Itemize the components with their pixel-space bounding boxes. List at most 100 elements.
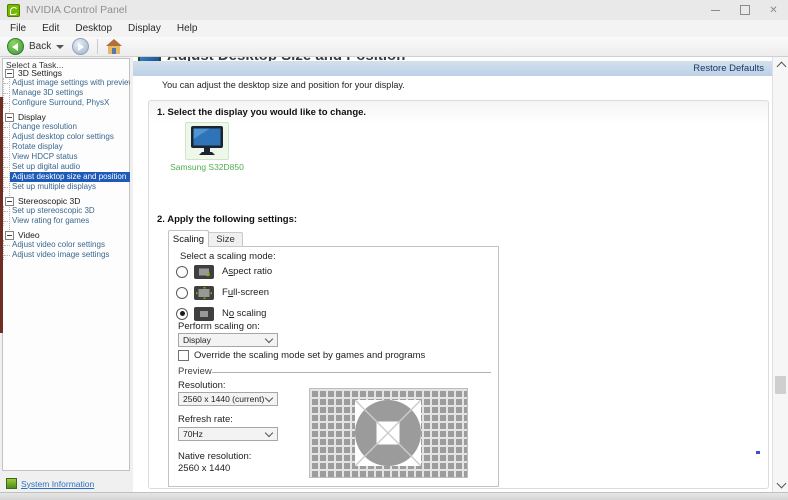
display-selection-highlight[interactable] (185, 122, 229, 160)
perform-scaling-label: Perform scaling on: (178, 321, 260, 332)
no-scaling-icon (194, 307, 214, 321)
sidebar-item-label: Set up digital audio (10, 162, 130, 172)
scaling-mode-label: Select a scaling mode: (180, 251, 276, 262)
sidebar-item-set-up-digital-audio[interactable]: Set up digital audio (4, 162, 130, 172)
chevron-down-icon (776, 478, 786, 488)
tree-group-video[interactable]: Video (3, 230, 130, 240)
sidebar-item-label: Set up stereoscopic 3D (10, 206, 130, 216)
mode-label: Full-screen (222, 287, 269, 298)
page-description: You can adjust the desktop size and posi… (162, 80, 405, 90)
menu-desktop[interactable]: Desktop (67, 20, 120, 37)
step1-heading: 1. Select the display you would like to … (157, 107, 366, 118)
sidebar-item-label: Adjust image settings with preview (10, 78, 130, 88)
resolution-dropdown[interactable]: 2560 x 1440 (current) (178, 392, 278, 406)
sidebar-item-label: Adjust video color settings (10, 240, 130, 250)
resolution-label: Resolution: (178, 380, 226, 391)
home-icon[interactable] (106, 39, 122, 54)
display-name-label: Samsung S32D850 (170, 162, 244, 172)
scroll-up-button[interactable] (773, 57, 788, 73)
full-screen-icon (194, 286, 214, 300)
close-icon: ✕ (769, 5, 777, 16)
refresh-rate-dropdown[interactable]: 70Hz (178, 427, 278, 441)
maximize-button[interactable] (730, 0, 759, 20)
override-checkbox-row[interactable]: Override the scaling mode set by games a… (178, 350, 425, 361)
sidebar-item-adjust-desktop-color-settings[interactable]: Adjust desktop color settings (4, 132, 130, 142)
sidebar-item-adjust-image-settings-with-preview[interactable]: Adjust image settings with preview (4, 78, 130, 88)
sidebar-item-change-resolution[interactable]: Change resolution (4, 122, 130, 132)
menu-help[interactable]: Help (169, 20, 206, 37)
refresh-rate-value: 70Hz (179, 429, 266, 439)
native-resolution-value: 2560 x 1440 (178, 463, 230, 474)
menu-bar: FileEditDesktopDisplayHelp (0, 20, 788, 37)
tree-group-label: Display (18, 112, 46, 122)
test-pattern-center-icon (355, 400, 421, 466)
forward-button[interactable] (72, 38, 89, 55)
back-label[interactable]: Back (29, 41, 51, 52)
radio-circle[interactable] (176, 266, 188, 278)
tree-group-3d-settings[interactable]: 3D Settings (3, 68, 130, 78)
sidebar-item-configure-surround-physx[interactable]: Configure Surround, PhysX (4, 98, 130, 108)
sidebar-item-view-rating-for-games[interactable]: View rating for games (4, 216, 130, 226)
sidebar-item-view-hdcp-status[interactable]: View HDCP status (4, 152, 130, 162)
minimize-button[interactable] (701, 0, 730, 20)
title-bar: NVIDIA Control Panel ✕ (0, 0, 788, 20)
vertical-scrollbar[interactable] (772, 57, 788, 492)
perform-scaling-dropdown[interactable]: Display (178, 333, 278, 347)
sidebar-item-manage-3d-settings[interactable]: Manage 3D settings (4, 88, 130, 98)
sidebar-item-label: Configure Surround, PhysX (10, 98, 130, 108)
sidebar-item-adjust-video-color-settings[interactable]: Adjust video color settings (4, 240, 130, 250)
sidebar-item-label: Rotate display (10, 142, 130, 152)
close-button[interactable]: ✕ (759, 0, 788, 20)
tab-scaling[interactable]: Scaling (168, 230, 209, 247)
back-dropdown-caret-icon[interactable] (56, 45, 64, 49)
radio-aspect-ratio[interactable]: Aspect ratio (176, 264, 272, 279)
scrollbar-thumb[interactable] (775, 376, 786, 394)
toolbar-separator (97, 39, 98, 54)
forward-arrow-icon (78, 43, 84, 51)
chevron-down-icon (265, 429, 273, 437)
window-bottom-edge (0, 492, 788, 500)
menu-edit[interactable]: Edit (34, 20, 67, 37)
toolbar: Back (0, 37, 788, 57)
nvidia-control-panel-window: NVIDIA Control Panel ✕ FileEditDesktopDi… (0, 0, 788, 500)
red-strip-artifact (0, 97, 3, 333)
radio-circle[interactable] (176, 308, 188, 320)
sidebar-item-adjust-desktop-size-and-position[interactable]: Adjust desktop size and position (4, 172, 130, 182)
perform-scaling-value: Display (179, 335, 266, 345)
aspect-ratio-icon (194, 265, 214, 279)
display-selector[interactable]: Samsung S32D850 (176, 122, 238, 172)
restore-defaults-button[interactable]: Restore Defaults (693, 63, 772, 74)
maximize-icon (740, 5, 750, 15)
tree-group-stereoscopic-3d[interactable]: Stereoscopic 3D (3, 196, 130, 206)
menu-display[interactable]: Display (120, 20, 169, 37)
tree-group-display[interactable]: Display (3, 112, 130, 122)
collapse-icon[interactable] (5, 69, 14, 78)
sidebar-item-adjust-video-image-settings[interactable]: Adjust video image settings (4, 250, 130, 260)
sidebar-item-label: Adjust desktop size and position (10, 172, 130, 182)
minimize-icon (711, 10, 720, 11)
sidebar-item-rotate-display[interactable]: Rotate display (4, 142, 130, 152)
system-information-row[interactable]: System Information (6, 478, 94, 489)
menu-file[interactable]: File (2, 20, 34, 37)
collapse-icon[interactable] (5, 197, 14, 206)
scroll-down-button[interactable] (773, 476, 788, 492)
tree-group-label: Video (18, 230, 40, 240)
collapse-icon[interactable] (5, 113, 14, 122)
tab-size[interactable]: Size (209, 232, 243, 247)
collapse-icon[interactable] (5, 231, 14, 240)
override-checkbox[interactable] (178, 350, 189, 361)
preview-label: Preview (178, 366, 212, 377)
sidebar-item-set-up-stereoscopic-3d[interactable]: Set up stereoscopic 3D (4, 206, 130, 216)
back-button[interactable] (7, 38, 24, 55)
system-information-link[interactable]: System Information (21, 479, 94, 489)
sidebar-item-set-up-multiple-displays[interactable]: Set up multiple displays (4, 182, 130, 192)
mode-label: Aspect ratio (222, 266, 272, 277)
radio-no-scaling[interactable]: No scaling (176, 306, 266, 321)
sidebar-item-label: View HDCP status (10, 152, 130, 162)
radio-full-screen[interactable]: Full-screen (176, 285, 269, 300)
task-tree: 3D SettingsAdjust image settings with pr… (3, 68, 130, 260)
preview-test-pattern (310, 389, 467, 477)
window-title: NVIDIA Control Panel (26, 4, 127, 16)
tree-group-label: 3D Settings (18, 68, 62, 78)
radio-circle[interactable] (176, 287, 188, 299)
